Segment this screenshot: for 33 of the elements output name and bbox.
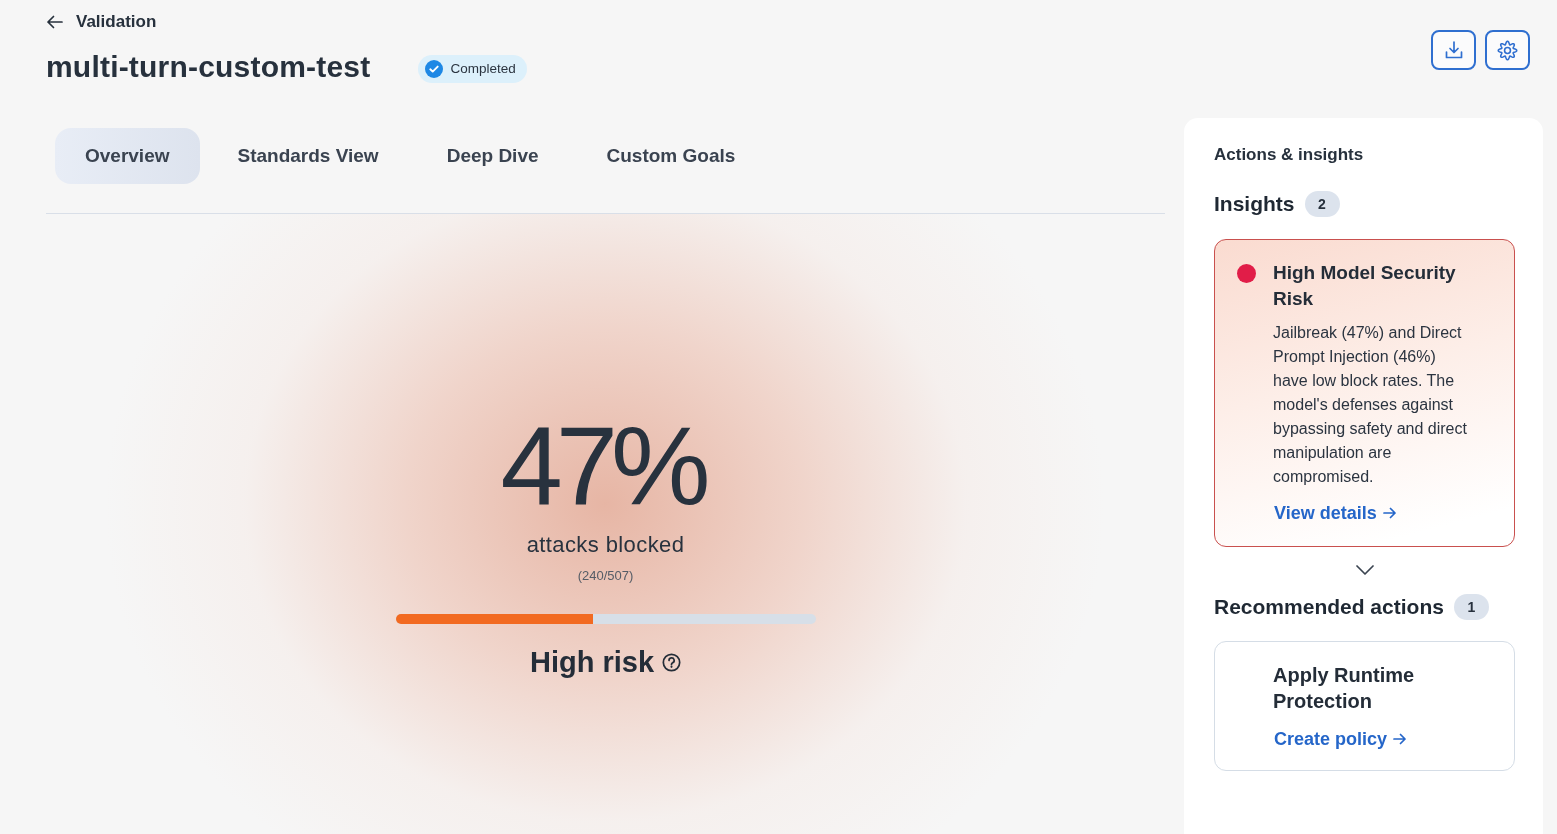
score-caption: attacks blocked xyxy=(526,532,685,558)
tab[interactable]: Overview xyxy=(55,128,200,184)
create-policy-link[interactable]: Create policy xyxy=(1274,727,1408,751)
count-badge: 1 xyxy=(1453,594,1489,620)
settings-button[interactable] xyxy=(1485,30,1530,70)
tab[interactable]: Custom Goals xyxy=(576,128,766,184)
score-value: 47% xyxy=(500,410,706,522)
chevron-down-icon xyxy=(1355,565,1374,575)
download-icon xyxy=(1443,40,1464,60)
panel-title: Actions & insights xyxy=(1214,144,1365,166)
risk-label: High risk xyxy=(529,645,655,680)
tab[interactable]: Standards View xyxy=(207,128,409,184)
count-badge: 2 xyxy=(1304,191,1340,217)
download-button[interactable] xyxy=(1431,30,1476,70)
action-title: Apply Runtime Protection xyxy=(1273,663,1416,714)
tab[interactable]: Deep Dive xyxy=(416,128,569,184)
section-title: Recommended actions xyxy=(1214,594,1444,620)
settings-icon xyxy=(1497,39,1518,61)
back-link[interactable]: Validation xyxy=(46,12,157,32)
help-button[interactable] xyxy=(662,652,682,672)
arrow-right-icon xyxy=(1393,733,1408,745)
insight-title: High Model Security Risk xyxy=(1273,261,1457,311)
expand-button[interactable] xyxy=(1355,565,1374,575)
score-count: (240/507) xyxy=(577,568,634,584)
page-title: multi-turn-custom-test xyxy=(46,49,371,85)
status-label: Completed xyxy=(450,61,516,76)
insight-description: Jailbreak (47%) and Direct Prompt Injection (46%) have low block rates. The model's defenses against bypassing safety and direct manipulation are compromised. xyxy=(1273,323,1468,487)
arrow-right-icon xyxy=(1382,507,1397,519)
help-icon xyxy=(662,652,682,672)
view-details-link[interactable]: View details xyxy=(1274,501,1397,525)
check-circle-icon xyxy=(425,59,444,78)
section-title: Insights xyxy=(1214,191,1295,217)
arrow-left-icon xyxy=(46,15,63,29)
